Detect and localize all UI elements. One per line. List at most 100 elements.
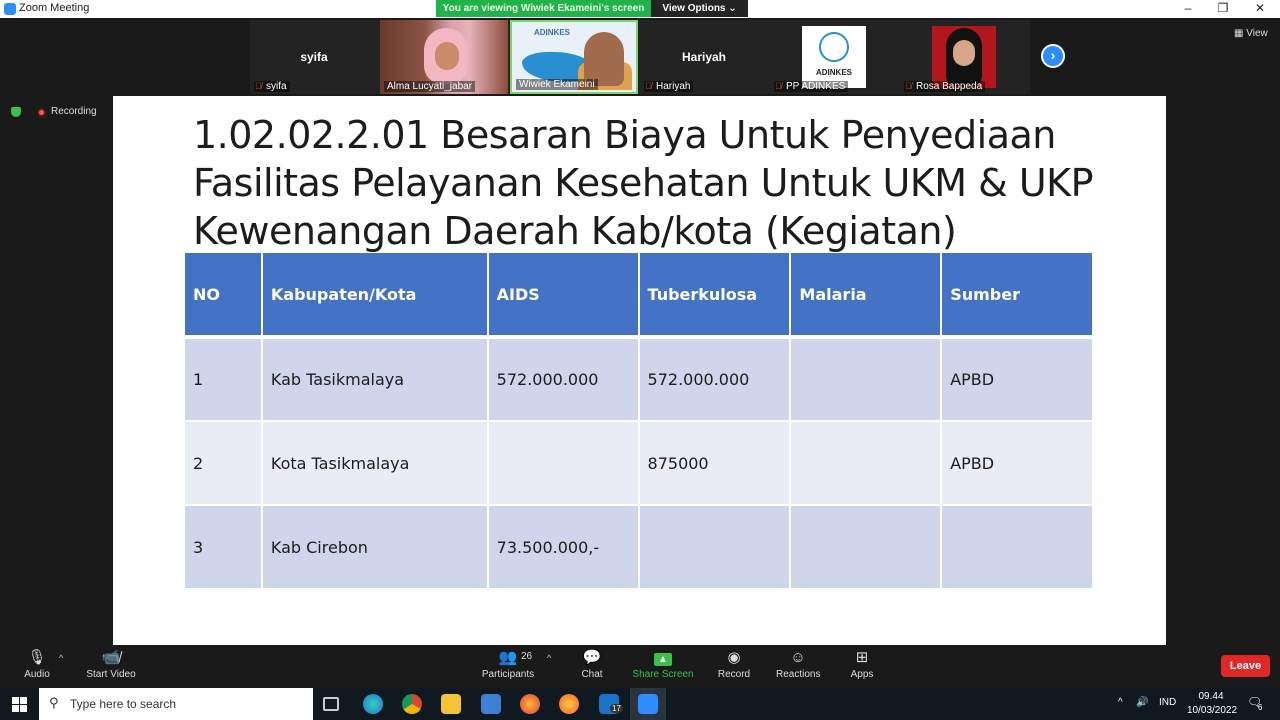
header-sumber: Sumber	[941, 253, 1094, 339]
chrome-icon[interactable]	[402, 694, 422, 714]
next-page-arrow-icon[interactable]: ›	[1041, 44, 1065, 68]
mail-icon[interactable]: 17	[599, 694, 623, 714]
mic-muted-icon: 🎙̸	[775, 81, 782, 91]
share-screen-icon: ▲	[632, 647, 694, 669]
clock-time: 09.44	[1198, 691, 1224, 702]
participants-options-caret-icon[interactable]: ^	[547, 653, 551, 663]
file-explorer-icon[interactable]	[441, 694, 461, 714]
apps-button[interactable]: ⊞ Apps	[848, 647, 876, 680]
task-view-icon[interactable]	[323, 697, 339, 711]
cell-aids: 73.500.000,-	[487, 505, 640, 590]
adinkes-logo-text: ADINKES	[534, 28, 571, 37]
mail-badge: 17	[610, 704, 623, 713]
cost-table: NO Kabupaten/Kota AIDS Tuberkulosa Malar…	[185, 253, 1094, 590]
record-button[interactable]: ◉ Record	[716, 647, 752, 680]
participant-tile-hariyah[interactable]: Hariyah 🎙̸ Hariyah	[640, 20, 768, 94]
audio-options-caret-icon[interactable]: ^	[59, 653, 63, 663]
table-row: 3 Kab Cirebon 73.500.000,-	[185, 505, 1094, 590]
participant-center-name: Hariyah	[681, 50, 727, 64]
record-icon: ◉	[727, 649, 741, 666]
cell-kabupaten-kota: Kota Tasikmalaya	[261, 421, 489, 506]
face-shape	[953, 40, 975, 66]
cell-malaria	[790, 421, 943, 506]
cell-tuberkulosa: 572.000.000	[638, 337, 792, 422]
cell-aids: 572.000.000	[487, 337, 640, 422]
participant-tile-adinkes[interactable]: ADINKES 🎙̸ PP ADINKES	[770, 20, 898, 94]
zoom-app-icon	[4, 3, 16, 15]
recording-label[interactable]: Recording	[51, 106, 97, 117]
cell-sumber	[941, 505, 1094, 590]
meeting-toolbar: 🎙 Audio ^ 📹̸ Start Video 👥 Participants …	[0, 645, 1280, 688]
store-icon[interactable]	[481, 694, 501, 714]
slide-title: 1.02.02.2.01 Besaran Biaya Untuk Penyedi…	[193, 113, 1094, 253]
cell-no: 1	[185, 337, 263, 422]
mic-muted-icon: 🎙̸	[255, 81, 262, 91]
cell-aids	[487, 421, 640, 506]
mic-muted-icon: 🎙̸	[645, 81, 652, 91]
seal-icon	[819, 32, 849, 62]
start-button[interactable]	[0, 688, 38, 720]
cell-kabupaten-kota: Kab Cirebon	[261, 505, 489, 590]
volume-icon[interactable]: 🔊	[1136, 697, 1148, 708]
participant-strip: syifa 🎙̸ syifa Alma Lucyati_jabar ADINKE…	[250, 20, 1030, 94]
participant-name-label: 🎙̸ Hariyah	[644, 81, 694, 92]
cell-tuberkulosa: 875000	[638, 421, 792, 506]
start-video-button[interactable]: 📹̸ Start Video	[84, 647, 138, 680]
header-aids: AIDS	[487, 253, 640, 339]
participant-tile-syifa[interactable]: syifa 🎙̸ syifa	[250, 20, 378, 94]
cell-sumber: APBD	[941, 421, 1094, 506]
clock-date: 10/03/2022	[1187, 705, 1238, 716]
language-indicator[interactable]: IND	[1159, 697, 1176, 708]
audio-button[interactable]: 🎙 Audio	[22, 647, 52, 680]
firefox-alt-icon[interactable]	[559, 694, 579, 714]
table-row: 2 Kota Tasikmalaya 875000 APBD	[185, 421, 1094, 506]
cell-no: 3	[185, 505, 263, 590]
apps-icon: ⊞	[855, 649, 869, 666]
participant-tile-rosa[interactable]: 🎙̸ Rosa Bappeda	[900, 20, 1028, 94]
minimize-button[interactable]: –	[1170, 0, 1206, 18]
windows-taskbar: ⚲ Type here to search 17 ^ 🔊 IND 09.44 1…	[0, 688, 1280, 720]
taskbar-clock[interactable]: 09.44 10/03/2022	[1187, 690, 1238, 718]
recording-dot-icon	[37, 108, 46, 117]
firefox-icon[interactable]	[520, 694, 540, 714]
search-icon: ⚲	[49, 695, 59, 710]
microphone-icon: 🎙	[27, 649, 47, 666]
participant-tile-alma[interactable]: Alma Lucyati_jabar	[380, 20, 508, 94]
participant-tile-wiwiek[interactable]: ADINKES Wiwiek Ekameini	[510, 20, 638, 94]
chat-button[interactable]: 💬 Chat	[576, 647, 608, 680]
tray-overflow-icon[interactable]: ^	[1118, 697, 1123, 708]
restore-button[interactable]: ❐	[1205, 0, 1241, 18]
mic-muted-icon: 🎙̸	[905, 81, 912, 91]
table-row: 1 Kab Tasikmalaya 572.000.000 572.000.00…	[185, 337, 1094, 422]
participant-name-label: 🎙̸ PP ADINKES	[774, 81, 849, 92]
shared-screen-slide: 1.02.02.2.01 Besaran Biaya Untuk Penyedi…	[113, 96, 1166, 645]
close-button[interactable]: ✕	[1242, 0, 1278, 18]
header-malaria: Malaria	[790, 253, 943, 339]
window-titlebar: Zoom Meeting You are viewing Wiwiek Ekam…	[0, 0, 1280, 18]
reactions-button[interactable]: ☺ Reactions	[776, 647, 820, 680]
edge-icon[interactable]	[363, 694, 383, 714]
notification-count: 6	[1258, 703, 1263, 712]
zoom-taskbar-icon[interactable]	[638, 694, 658, 714]
view-button[interactable]: ▦ View	[1234, 28, 1268, 39]
header-tuberkulosa: Tuberkulosa	[638, 253, 792, 339]
encryption-shield-icon[interactable]	[11, 107, 21, 117]
cell-malaria	[790, 505, 943, 590]
cell-no: 2	[185, 421, 263, 506]
face-shape	[435, 42, 459, 70]
participant-center-name: syifa	[300, 50, 328, 64]
participants-count: 26	[521, 651, 533, 662]
cell-kabupaten-kota: Kab Tasikmalaya	[261, 337, 489, 422]
search-placeholder: Type here to search	[70, 697, 177, 711]
window-title: Zoom Meeting	[19, 2, 90, 14]
view-options-button[interactable]: View Options ⌄	[651, 0, 748, 17]
share-screen-button[interactable]: ▲ Share Screen	[632, 647, 694, 680]
participant-name-label: Alma Lucyati_jabar	[384, 81, 476, 92]
meeting-area: syifa 🎙̸ syifa Alma Lucyati_jabar ADINKE…	[0, 18, 1280, 688]
table-header-row: NO Kabupaten/Kota AIDS Tuberkulosa Malar…	[185, 253, 1094, 339]
leave-button[interactable]: Leave	[1221, 655, 1270, 677]
participant-name-label: Wiwiek Ekameini	[516, 79, 598, 90]
taskbar-search-box[interactable]: ⚲ Type here to search	[39, 688, 313, 720]
cell-sumber: APBD	[941, 337, 1094, 422]
header-no: NO	[185, 253, 263, 339]
